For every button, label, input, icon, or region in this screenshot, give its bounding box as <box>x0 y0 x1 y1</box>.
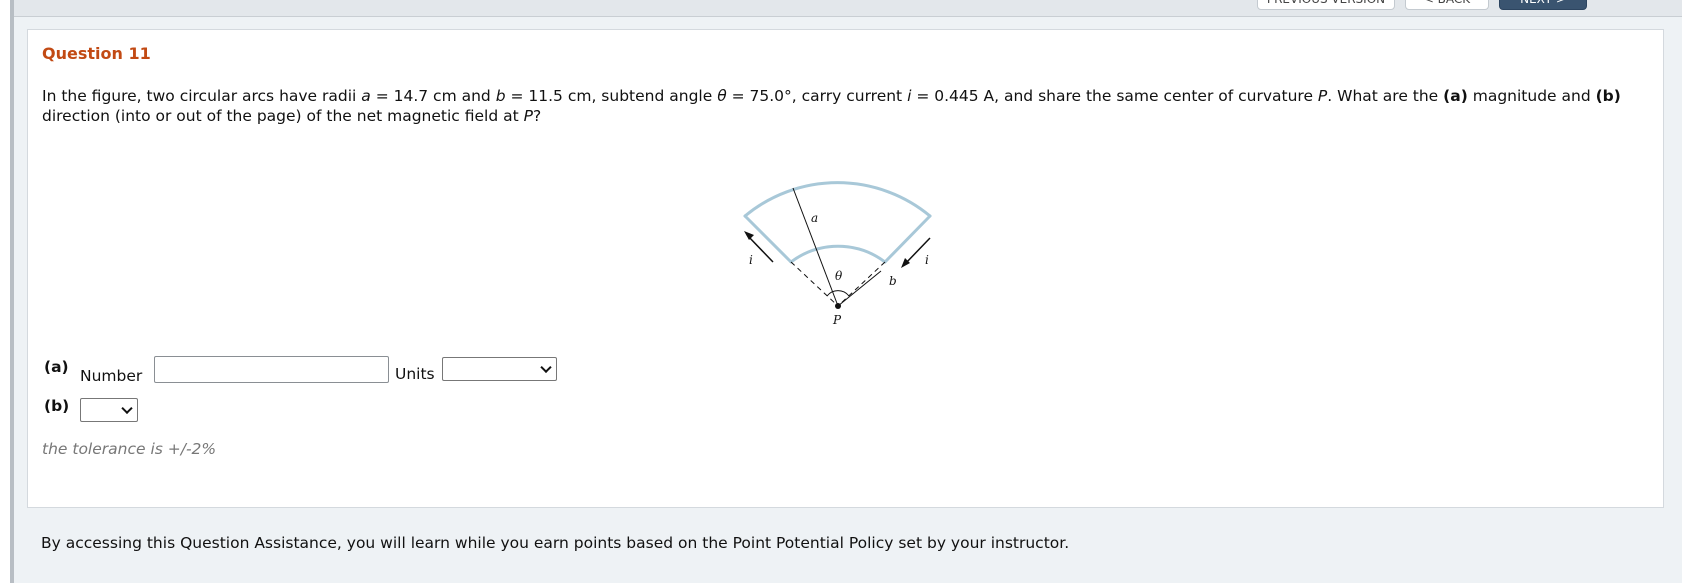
chevron-down-icon <box>121 402 133 415</box>
right-radius-dashed <box>837 261 886 307</box>
question-text-segment: . What are the <box>1327 87 1444 105</box>
label-p: P <box>832 313 842 327</box>
circular-arcs-figure: a b θ i i P <box>743 181 932 327</box>
right-straight-segment <box>883 214 932 264</box>
outer-arc <box>743 181 932 218</box>
part-b-reference: (b) <box>1595 87 1621 105</box>
units-label: Units <box>395 365 435 383</box>
left-rail <box>0 0 10 583</box>
variable-b: b <box>495 87 506 105</box>
variable-p: P <box>523 107 533 125</box>
part-a-reference: (a) <box>1443 87 1468 105</box>
radius-b-line <box>837 270 882 307</box>
part-b-label: (b) <box>44 397 70 415</box>
label-b: b <box>889 274 897 288</box>
variable-p: P <box>1317 87 1328 105</box>
question-text-segment: magnitude and <box>1467 87 1596 105</box>
inner-arc <box>789 244 887 264</box>
tolerance-note: the tolerance is +/-2% <box>42 440 217 458</box>
page: PREVIOUS VERSION < BACK NEXT > Question … <box>0 0 1682 583</box>
variable-a: a <box>361 87 371 105</box>
label-a: a <box>811 211 818 225</box>
left-arrowhead-icon <box>744 231 754 240</box>
chevron-down-icon <box>540 361 552 374</box>
top-toolbar: PREVIOUS VERSION < BACK NEXT > <box>14 0 1682 17</box>
question-title: Question 11 <box>42 44 151 63</box>
question-text-segment: = 75.0°, carry current <box>726 87 908 105</box>
number-input[interactable] <box>154 356 389 383</box>
question-text: In the figure, two circular arcs have ra… <box>42 86 1642 126</box>
question-text-segment: = 0.445 A, and share the same center of … <box>911 87 1318 105</box>
question-card: Question 11 In the figure, two circular … <box>27 29 1664 508</box>
question-assistance-note: By accessing this Question Assistance, y… <box>41 534 1070 552</box>
question-text-segment: = 14.7 cm and <box>370 87 496 105</box>
left-rail-divider <box>10 0 14 583</box>
question-text-segment: = 11.5 cm, subtend angle <box>505 87 718 105</box>
units-dropdown[interactable] <box>442 357 557 381</box>
previous-version-button[interactable]: PREVIOUS VERSION <box>1257 0 1395 10</box>
label-i-left: i <box>749 253 753 267</box>
left-radius-dashed <box>790 261 839 307</box>
part-a-label: (a) <box>44 358 69 376</box>
direction-dropdown[interactable] <box>80 398 138 422</box>
angle-arc <box>826 290 850 297</box>
label-theta: θ <box>835 269 843 283</box>
variable-theta: θ <box>717 87 727 105</box>
number-label: Number <box>80 367 143 385</box>
question-text-segment: ? <box>533 107 542 125</box>
label-i-right: i <box>925 253 929 267</box>
back-button[interactable]: < BACK <box>1405 0 1489 10</box>
center-point-p <box>835 303 841 309</box>
next-button[interactable]: NEXT > <box>1499 0 1587 10</box>
question-text-segment: direction (into or out of the page) of t… <box>42 107 524 125</box>
question-text-segment: In the figure, two circular arcs have ra… <box>42 87 362 105</box>
